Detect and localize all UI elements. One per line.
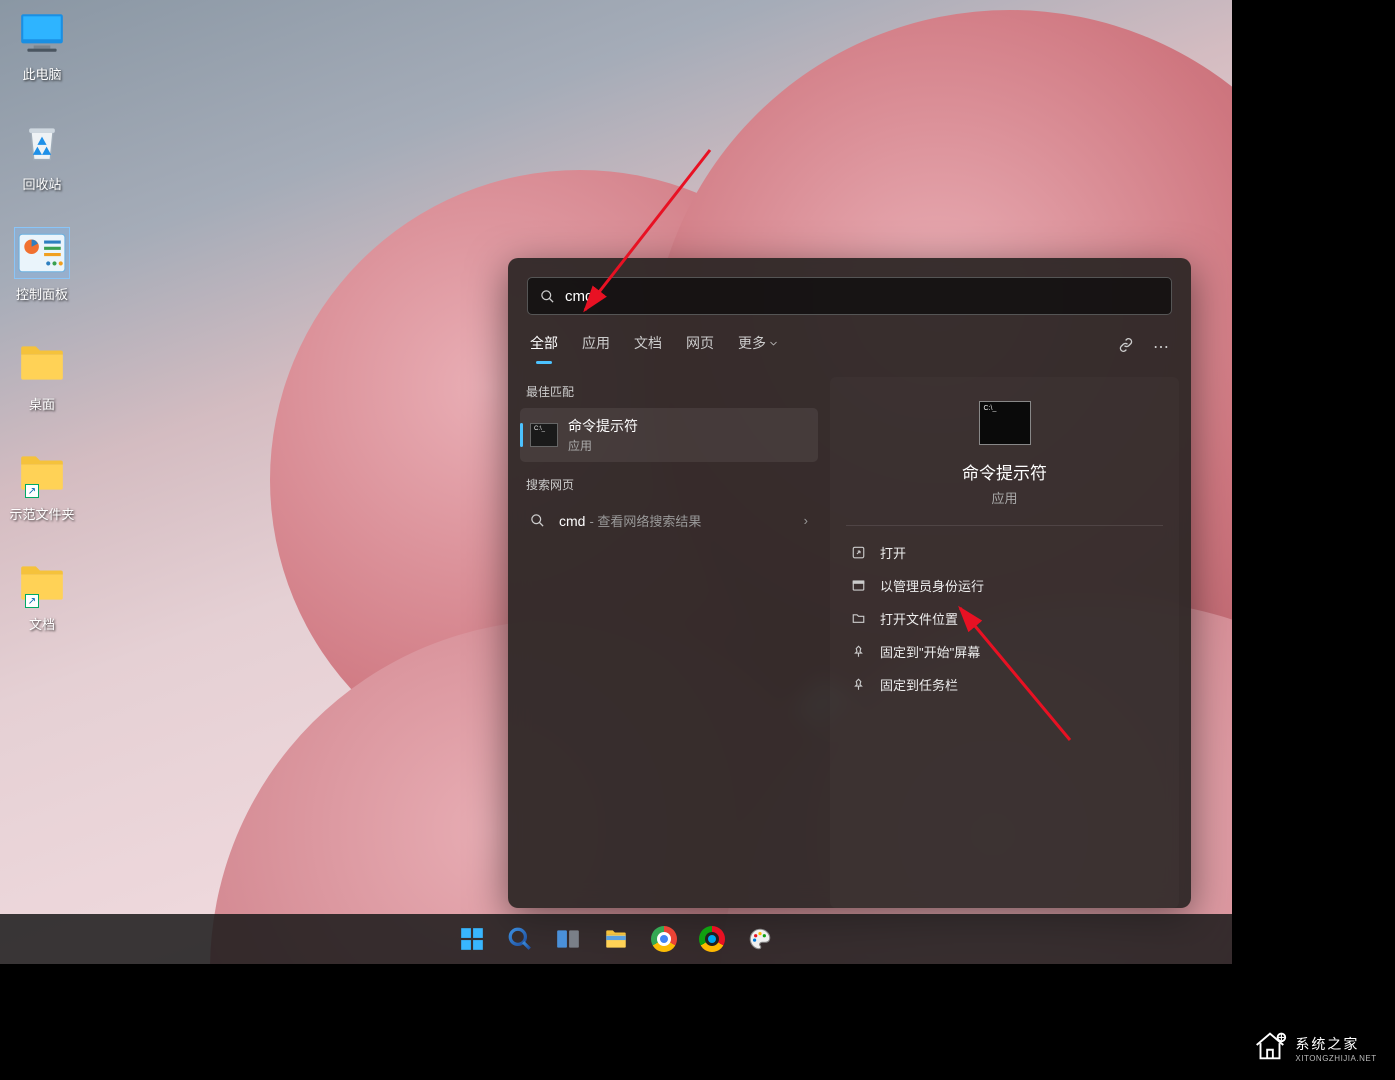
filter-tab-apps[interactable]: 应用 [582, 333, 610, 361]
action-open-location[interactable]: 打开文件位置 [846, 602, 1163, 635]
desktop-icon-recycle-bin[interactable]: 回收站 [4, 118, 80, 193]
folder-icon: ↗ [15, 448, 69, 498]
folder-icon [603, 926, 629, 952]
windows-icon [459, 926, 485, 952]
shield-icon [850, 578, 866, 594]
watermark-title: 系统之家 [1295, 1034, 1376, 1054]
cmd-icon: C:\_ [979, 401, 1031, 445]
search-web-label: 搜索网页 [526, 476, 812, 493]
result-title: 命令提示符 [568, 416, 638, 436]
search-link-icon[interactable] [1117, 336, 1135, 359]
folder-icon [850, 611, 866, 627]
action-open[interactable]: 打开 [846, 536, 1163, 569]
desktop-icon-label: 示范文件夹 [4, 504, 80, 523]
action-run-admin[interactable]: 以管理员身份运行 [846, 569, 1163, 602]
watermark: 系统之家 XITONGZHIJIA.NET [1233, 1016, 1395, 1080]
chevron-right-icon: › [804, 513, 808, 528]
shortcut-arrow-icon: ↗ [25, 594, 39, 608]
taskbar-search-button[interactable] [499, 918, 541, 960]
desktop-icon-folder-docs[interactable]: ↗ 文档 [4, 558, 80, 633]
action-label: 以管理员身份运行 [880, 576, 984, 595]
search-icon [507, 926, 533, 952]
web-search-item[interactable]: cmd - 查看网络搜索结果 › [520, 501, 818, 540]
pc-icon [15, 8, 69, 58]
search-preview-column: C:\_ 命令提示符 应用 打开 以管理员身份运行 打开文件位置 [830, 377, 1179, 908]
desktop-icon-label: 文档 [4, 614, 80, 633]
taskbar-chrome-canary-button[interactable] [691, 918, 733, 960]
taskbar-chrome-button[interactable] [643, 918, 685, 960]
search-icon [530, 513, 545, 528]
search-box[interactable] [527, 277, 1172, 315]
best-match-label: 最佳匹配 [526, 383, 812, 400]
action-label: 打开 [880, 543, 906, 562]
search-results-column: 最佳匹配 C:\_ 命令提示符 应用 搜索网页 cmd - 查看网络搜索结果 › [520, 377, 818, 908]
desktop-icon-label: 此电脑 [4, 64, 80, 83]
desktop-icon-label: 控制面板 [4, 284, 80, 303]
filter-more-label: 更多 [738, 335, 766, 351]
action-label: 打开文件位置 [880, 609, 958, 628]
chrome-icon [651, 926, 677, 952]
action-label: 固定到任务栏 [880, 675, 958, 694]
search-filter-row: 全部 应用 文档 网页 更多 ⋯ [508, 327, 1191, 367]
taskbar[interactable] [0, 914, 1232, 964]
action-pin-taskbar[interactable]: 固定到任务栏 [846, 668, 1163, 701]
filter-tab-docs[interactable]: 文档 [634, 333, 662, 361]
desktop-icon-folder-demo[interactable]: ↗ 示范文件夹 [4, 448, 80, 523]
desktop-icon-label: 桌面 [4, 394, 80, 413]
preview-title: 命令提示符 [846, 459, 1163, 484]
desktop-icon-control-panel[interactable]: 控制面板 [4, 228, 80, 303]
bottom-black-margin [0, 964, 1395, 1080]
search-panel: 全部 应用 文档 网页 更多 ⋯ 最佳匹配 C:\_ 命令提示符 应用 [508, 258, 1191, 908]
desktop-icon-folder-desktop[interactable]: 桌面 [4, 338, 80, 413]
watermark-sub: XITONGZHIJIA.NET [1295, 1054, 1376, 1063]
pin-icon [850, 677, 866, 693]
search-icon [540, 289, 555, 304]
open-icon [850, 545, 866, 561]
chrome-canary-icon [699, 926, 725, 952]
paint-icon [747, 926, 773, 952]
desktop[interactable]: 此电脑 回收站 控制面板 桌面 ↗ 示范文件夹 ↗ 文档 [0, 0, 1232, 964]
search-input[interactable] [565, 288, 1159, 305]
chevron-down-icon [769, 339, 778, 348]
result-subtitle: 应用 [568, 437, 638, 454]
result-item-cmd[interactable]: C:\_ 命令提示符 应用 [520, 408, 818, 462]
cmd-icon: C:\_ [530, 423, 558, 447]
control-panel-icon [15, 228, 69, 278]
folder-icon [15, 338, 69, 388]
web-term: cmd [559, 513, 585, 529]
filter-tab-more[interactable]: 更多 [738, 333, 778, 361]
filter-tab-web[interactable]: 网页 [686, 333, 714, 361]
taskbar-start-button[interactable] [451, 918, 493, 960]
action-label: 固定到"开始"屏幕 [880, 642, 980, 661]
taskbar-taskview-button[interactable] [547, 918, 589, 960]
right-black-margin [1232, 0, 1395, 1080]
filter-tab-all[interactable]: 全部 [530, 333, 558, 361]
desktop-icon-this-pc[interactable]: 此电脑 [4, 8, 80, 83]
search-more-icon[interactable]: ⋯ [1153, 337, 1169, 357]
shortcut-arrow-icon: ↗ [25, 484, 39, 498]
taskbar-explorer-button[interactable] [595, 918, 637, 960]
web-suffix: - 查看网络搜索结果 [589, 511, 701, 530]
taskview-icon [555, 926, 581, 952]
pin-icon [850, 644, 866, 660]
folder-icon: ↗ [15, 558, 69, 608]
house-icon [1251, 1026, 1289, 1071]
divider [846, 525, 1163, 526]
action-pin-start[interactable]: 固定到"开始"屏幕 [846, 635, 1163, 668]
taskbar-paint-button[interactable] [739, 918, 781, 960]
preview-subtitle: 应用 [846, 488, 1163, 507]
desktop-icon-label: 回收站 [4, 174, 80, 193]
recycle-bin-icon [15, 118, 69, 168]
